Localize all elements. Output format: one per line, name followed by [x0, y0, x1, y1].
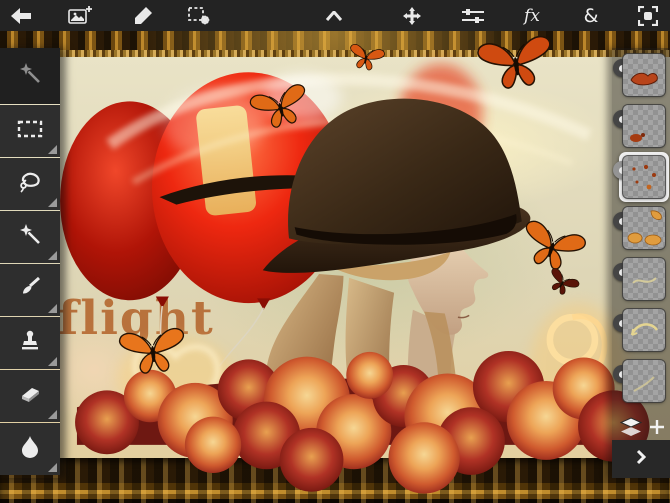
selection-gear-icon — [188, 6, 212, 26]
tool-magic-wand[interactable] — [0, 211, 60, 263]
adjustments-icon — [462, 8, 484, 24]
top-toolbar: fx & — [0, 0, 670, 31]
layer-thumbnail — [623, 258, 665, 300]
adjustments-button[interactable] — [459, 2, 487, 30]
tool-sidebar — [0, 48, 60, 478]
add-image-button[interactable] — [66, 2, 94, 30]
plus-icon — [649, 419, 665, 438]
layer-controls — [612, 415, 670, 443]
layer-thumbnail — [623, 207, 665, 249]
fullscreen-button[interactable] — [634, 2, 662, 30]
add-layer-button[interactable] — [644, 415, 670, 441]
layer-item-3-selected[interactable] — [612, 152, 670, 203]
flight-artwork-text: flight — [58, 291, 215, 346]
magic-wand-icon — [18, 223, 42, 252]
tool-wand-inactive[interactable] — [0, 48, 60, 104]
layer-item-6[interactable] — [612, 305, 670, 356]
stamp-icon — [18, 329, 42, 358]
fullscreen-icon — [638, 6, 658, 26]
layer-item-1[interactable] — [612, 50, 670, 101]
photoshop-touch-window: flight — [0, 0, 670, 503]
chevron-right-icon — [636, 449, 646, 470]
artwork-background — [0, 57, 670, 458]
eraser-icon — [18, 383, 42, 410]
add-image-icon — [68, 6, 92, 26]
layer-thumbnail — [623, 309, 665, 351]
layer-thumbnail — [623, 360, 665, 402]
frame-bottom-border — [0, 458, 670, 503]
ampersand-icon: & — [584, 5, 599, 27]
paint-button[interactable] — [129, 2, 157, 30]
layer-item-5[interactable] — [612, 254, 670, 305]
chevron-up-icon — [326, 11, 342, 21]
layer-thumbnail — [623, 105, 665, 147]
layer-item-4[interactable] — [612, 203, 670, 254]
fx-icon: fx — [524, 6, 540, 26]
layers-panel — [612, 48, 670, 478]
tool-lasso[interactable] — [0, 158, 60, 210]
tool-brush[interactable] — [0, 264, 60, 316]
tool-eraser[interactable] — [0, 370, 60, 422]
back-arrow-icon — [11, 8, 33, 24]
layer-options-button[interactable] — [618, 415, 644, 441]
extras-button[interactable]: & — [577, 2, 605, 30]
tool-clone-stamp[interactable] — [0, 317, 60, 369]
pencil-icon — [133, 6, 153, 26]
marquee-icon — [17, 119, 43, 144]
selection-options-button[interactable] — [186, 2, 214, 30]
magic-wand-icon — [18, 62, 42, 91]
lasso-icon — [17, 171, 43, 198]
move-icon — [403, 7, 421, 25]
tool-marquee[interactable] — [0, 105, 60, 157]
tool-smudge[interactable] — [0, 423, 60, 475]
layer-thumbnail — [623, 54, 665, 96]
frame-top-border — [0, 31, 670, 51]
effects-button[interactable]: fx — [518, 2, 546, 30]
layers-icon — [620, 417, 642, 440]
document-canvas[interactable]: flight — [0, 31, 670, 503]
transform-button[interactable] — [398, 2, 426, 30]
collapse-toolbar-button[interactable] — [320, 2, 348, 30]
layer-item-2[interactable] — [612, 101, 670, 152]
back-button[interactable] — [8, 2, 36, 30]
brush-icon — [18, 276, 42, 305]
droplet-icon — [20, 435, 40, 464]
layer-item-7[interactable] — [612, 356, 670, 407]
expand-panel-button[interactable] — [612, 440, 670, 478]
layer-thumbnail — [623, 156, 665, 198]
